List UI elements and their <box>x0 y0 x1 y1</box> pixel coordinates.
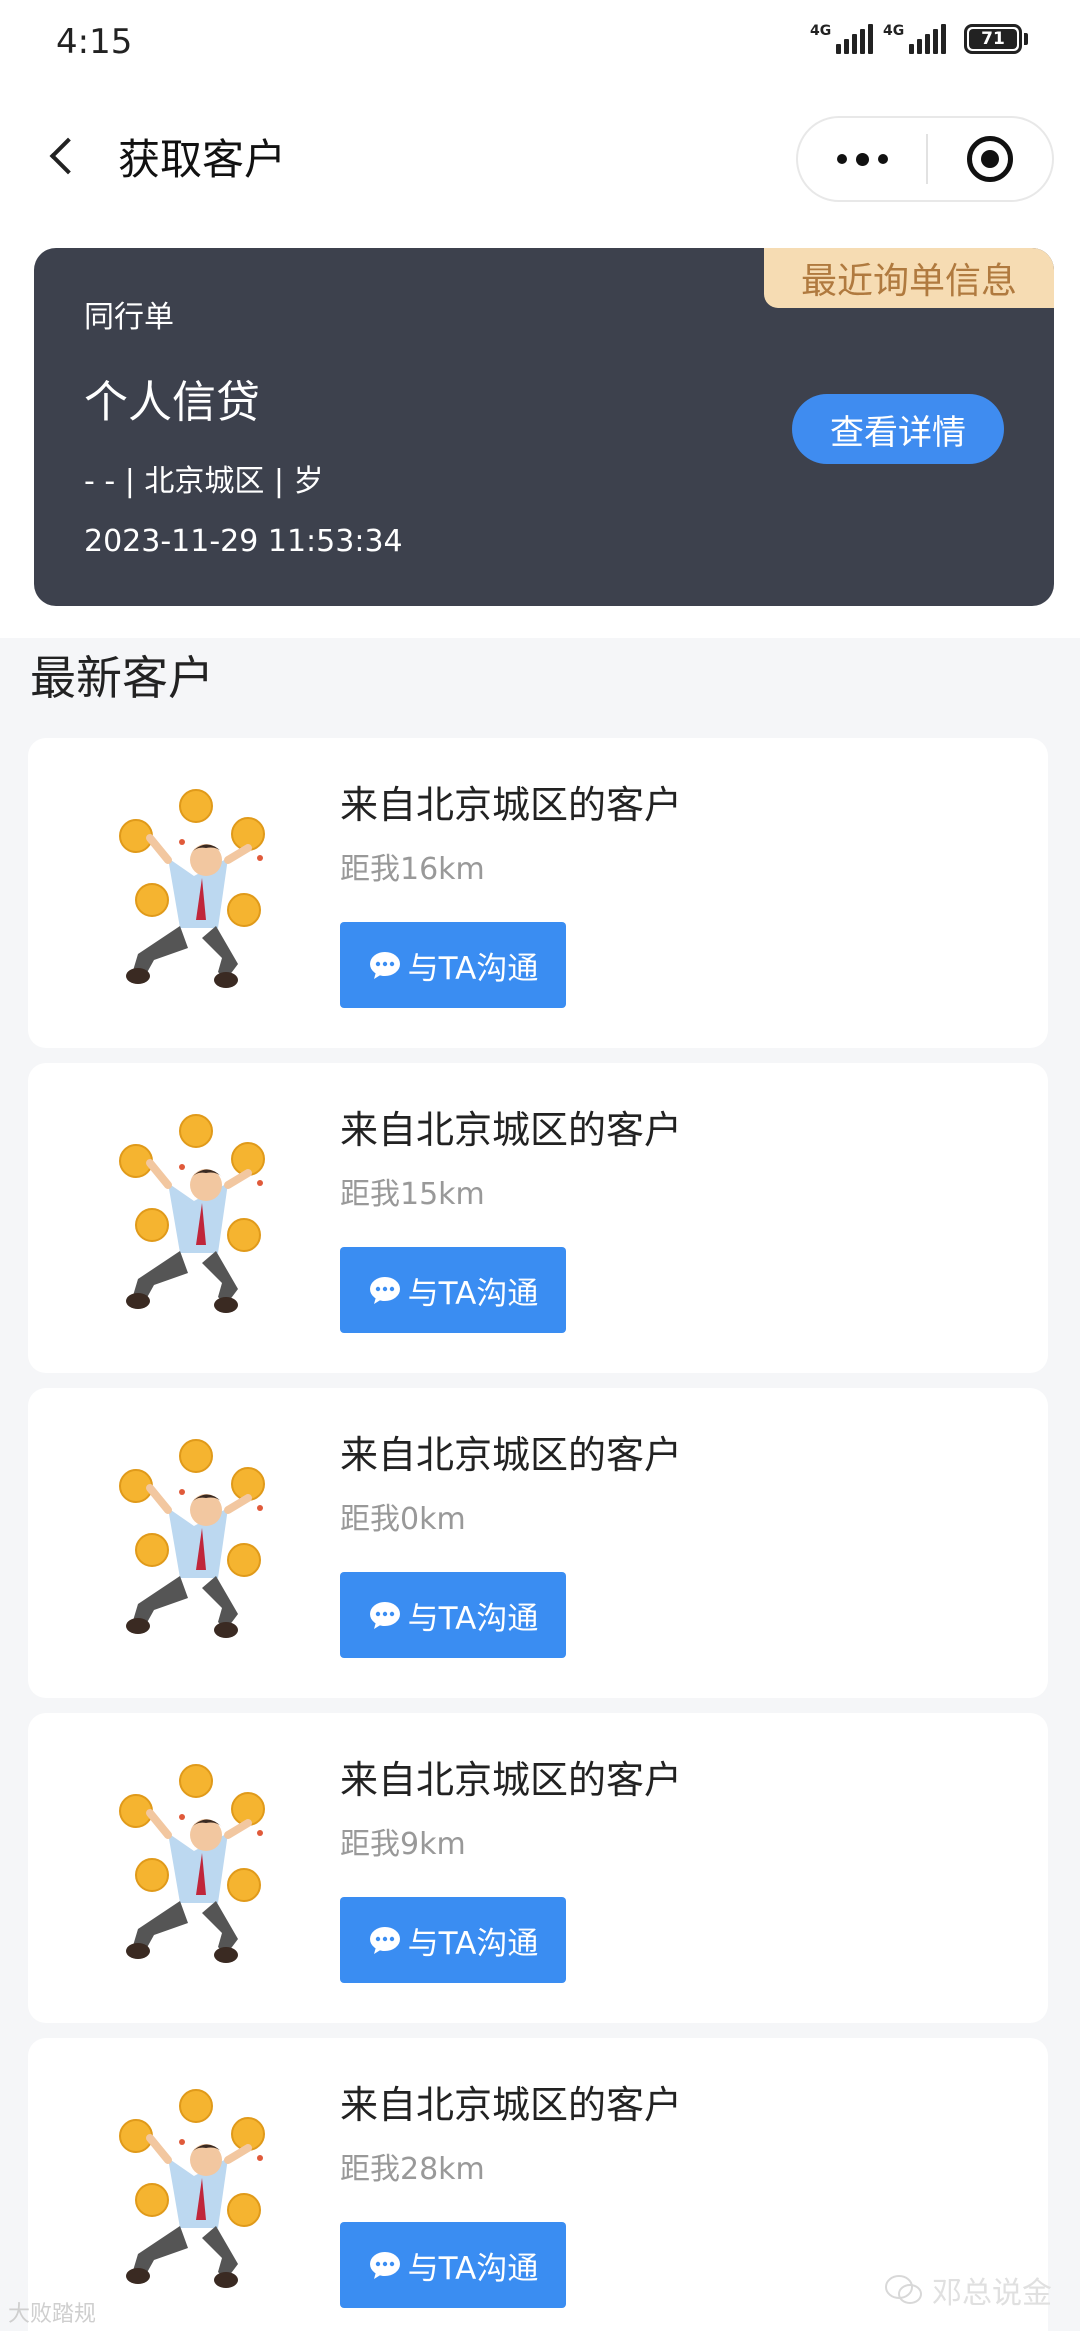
chat-with-customer-button[interactable]: 与TA沟通 <box>340 1572 566 1658</box>
chevron-left-icon <box>49 137 87 175</box>
watermark-right: 邓总说金 <box>884 2268 1052 2312</box>
page-title: 获取客户 <box>118 135 287 184</box>
customer-distance: 距我16km <box>340 852 485 887</box>
chat-button-label: 与TA沟通 <box>407 1275 539 1312</box>
signal-icon: 4G <box>883 24 946 54</box>
chat-button-label: 与TA沟通 <box>407 1925 539 1962</box>
battery-level: 71 <box>969 29 1017 49</box>
customer-title: 来自北京城区的客户 <box>340 1108 683 1152</box>
customer-avatar-illustration <box>119 1114 265 1313</box>
customer-title: 来自北京城区的客户 <box>340 2083 683 2127</box>
order-meta: - - | 北京城区 | 岁 <box>84 464 324 499</box>
chat-with-customer-button[interactable]: 与TA沟通 <box>340 2222 566 2308</box>
order-product: 个人信贷 <box>84 377 260 428</box>
chat-button-label: 与TA沟通 <box>407 2250 539 2287</box>
customer-title: 来自北京城区的客户 <box>340 783 683 827</box>
customer-card: 来自北京城区的客户 距我0km 与TA沟通 <box>28 1388 1048 1698</box>
customer-avatar-illustration <box>119 1764 265 1963</box>
customer-avatar-illustration <box>119 789 265 988</box>
watermark-left: 大败踏规 <box>8 2302 97 2327</box>
signal-icon: 4G <box>810 24 873 54</box>
customer-card: 来自北京城区的客户 距我16km 与TA沟通 <box>28 738 1048 1048</box>
back-button[interactable] <box>38 128 88 184</box>
chat-bubble-icon <box>369 952 400 979</box>
chat-bubble-icon <box>369 2252 400 2279</box>
chat-button-label: 与TA沟通 <box>407 1600 539 1637</box>
chat-with-customer-button[interactable]: 与TA沟通 <box>340 1247 566 1333</box>
status-time: 4:15 <box>56 22 133 62</box>
recent-order-section: 最近询单信息 同行单 个人信贷 - - | 北京城区 | 岁 2023-11-2… <box>0 222 1080 638</box>
chat-bubble-icon <box>369 1927 400 1954</box>
close-miniprogram-button[interactable] <box>928 118 1052 200</box>
miniprogram-capsule <box>796 116 1054 202</box>
order-type: 同行单 <box>84 300 174 335</box>
customer-title: 来自北京城区的客户 <box>340 1433 683 1477</box>
nav-bar: 获取客户 <box>0 92 1080 222</box>
view-details-button[interactable]: 查看详情 <box>792 394 1004 464</box>
chat-bubble-icon <box>369 1602 400 1629</box>
customer-distance: 距我0km <box>340 1502 466 1537</box>
chat-with-customer-button[interactable]: 与TA沟通 <box>340 1897 566 1983</box>
battery-icon: 71 <box>964 24 1028 54</box>
customer-list: 来自北京城区的客户 距我16km 与TA沟通 来自北京城区的客户 距我15km … <box>28 738 1048 2331</box>
customer-avatar-illustration <box>119 1439 265 1638</box>
customer-avatar-illustration <box>119 2089 265 2288</box>
customer-distance: 距我15km <box>340 1177 485 1212</box>
recent-order-card: 最近询单信息 同行单 个人信贷 - - | 北京城区 | 岁 2023-11-2… <box>34 248 1054 606</box>
recent-order-tag: 最近询单信息 <box>764 248 1054 308</box>
order-time: 2023-11-29 11:53:34 <box>84 524 403 559</box>
chat-bubble-icon <box>369 1277 400 1304</box>
status-indicators: 4G 4G 71 <box>810 24 1028 54</box>
chat-button-label: 与TA沟通 <box>407 950 539 987</box>
more-button[interactable] <box>798 118 926 200</box>
target-close-icon <box>967 136 1013 182</box>
customer-card: 来自北京城区的客户 距我15km 与TA沟通 <box>28 1063 1048 1373</box>
more-dots-icon <box>836 154 847 164</box>
customer-distance: 距我9km <box>340 1827 466 1862</box>
wechat-icon <box>885 2275 922 2304</box>
customer-card: 来自北京城区的客户 距我9km 与TA沟通 <box>28 1713 1048 2023</box>
customer-title: 来自北京城区的客户 <box>340 1758 683 1802</box>
customer-distance: 距我28km <box>340 2152 485 2187</box>
section-title: 最新客户 <box>30 651 214 705</box>
chat-with-customer-button[interactable]: 与TA沟通 <box>340 922 566 1008</box>
status-bar: 4:15 4G 4G 71 <box>0 0 1080 92</box>
watermark-right-text: 邓总说金 <box>932 2276 1052 2311</box>
